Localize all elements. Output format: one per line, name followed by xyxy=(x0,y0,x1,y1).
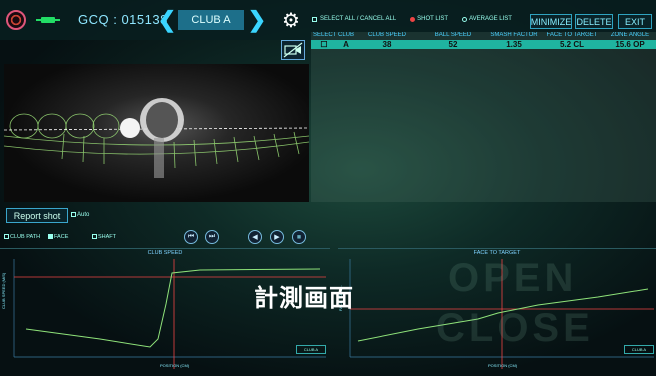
club-selector[interactable]: CLUB A xyxy=(178,10,244,30)
minimize-button[interactable]: MINIMIZE xyxy=(530,14,572,29)
checkbox-icon xyxy=(4,234,9,240)
skip-forward-icon[interactable]: ⏭ xyxy=(205,230,219,244)
prev-club-chevron-icon[interactable]: ❮ xyxy=(158,7,176,32)
select-all-toggle[interactable]: SELECT ALL / CANCEL ALL xyxy=(312,16,396,22)
next-club-chevron-icon[interactable]: ❯ xyxy=(248,7,266,32)
shaft-checkbox[interactable]: SHAFT xyxy=(92,234,116,240)
checkbox-icon xyxy=(71,212,76,217)
graph-legend: CLUB A xyxy=(624,345,654,354)
battery-icon xyxy=(36,15,62,25)
close-watermark: CLOSE xyxy=(436,306,594,350)
checkbox-icon xyxy=(312,16,317,22)
radio-selected-icon xyxy=(410,16,416,22)
swing-trace-overlay xyxy=(4,98,309,178)
app-logo-icon xyxy=(6,10,26,30)
svg-text:CLUB SPEED (M/S): CLUB SPEED (M/S) xyxy=(1,272,6,309)
table-row[interactable]: ☐ A 38 52 1.35 5.2 CL 15.6 OP xyxy=(311,40,656,49)
graph-legend: CLUB A xyxy=(296,345,326,354)
table-header: SELECT CLUB CLUB SPEED BALL SPEED SMASH … xyxy=(313,32,650,38)
gcq-id: GCQ : 015138 xyxy=(78,12,168,27)
exit-button[interactable]: EXIT xyxy=(618,14,652,29)
delete-button[interactable]: DELETE xyxy=(575,14,613,29)
svg-text:POSITION (CM): POSITION (CM) xyxy=(160,363,190,368)
average-list-radio[interactable]: AVERAGE LIST xyxy=(462,16,512,22)
skip-back-icon[interactable]: ⏮ xyxy=(184,230,198,244)
shot-list-radio[interactable]: SHOT LIST xyxy=(410,16,448,22)
shot-table: SELECT CLUB CLUB SPEED BALL SPEED SMASH … xyxy=(311,32,656,202)
club-path-checkbox[interactable]: CLUB PATH xyxy=(4,234,40,240)
report-shot-button[interactable]: Report shot xyxy=(6,208,68,223)
checkbox-checked-icon xyxy=(48,234,53,240)
svg-text:POSITION (CM): POSITION (CM) xyxy=(488,363,518,368)
stop-icon[interactable]: ■ xyxy=(292,230,306,244)
graph-title: CLUB SPEED xyxy=(147,250,183,256)
radio-icon xyxy=(462,16,468,22)
open-watermark: OPEN xyxy=(448,256,578,300)
checkbox-icon xyxy=(92,234,97,240)
play-icon[interactable]: ▶ xyxy=(270,230,284,244)
gear-icon[interactable]: ⚙ xyxy=(280,9,302,32)
swing-video-frame xyxy=(4,64,309,202)
video-camera-icon[interactable] xyxy=(281,40,305,60)
measurement-screen-caption: 計測画面 xyxy=(254,284,354,312)
list-mode-tabs: SELECT ALL / CANCEL ALL SHOT LIST AVERAG… xyxy=(312,16,512,22)
face-checkbox[interactable]: FACE xyxy=(48,234,68,240)
auto-checkbox[interactable]: Auto xyxy=(71,212,89,218)
step-back-icon[interactable]: ◀ xyxy=(248,230,262,244)
